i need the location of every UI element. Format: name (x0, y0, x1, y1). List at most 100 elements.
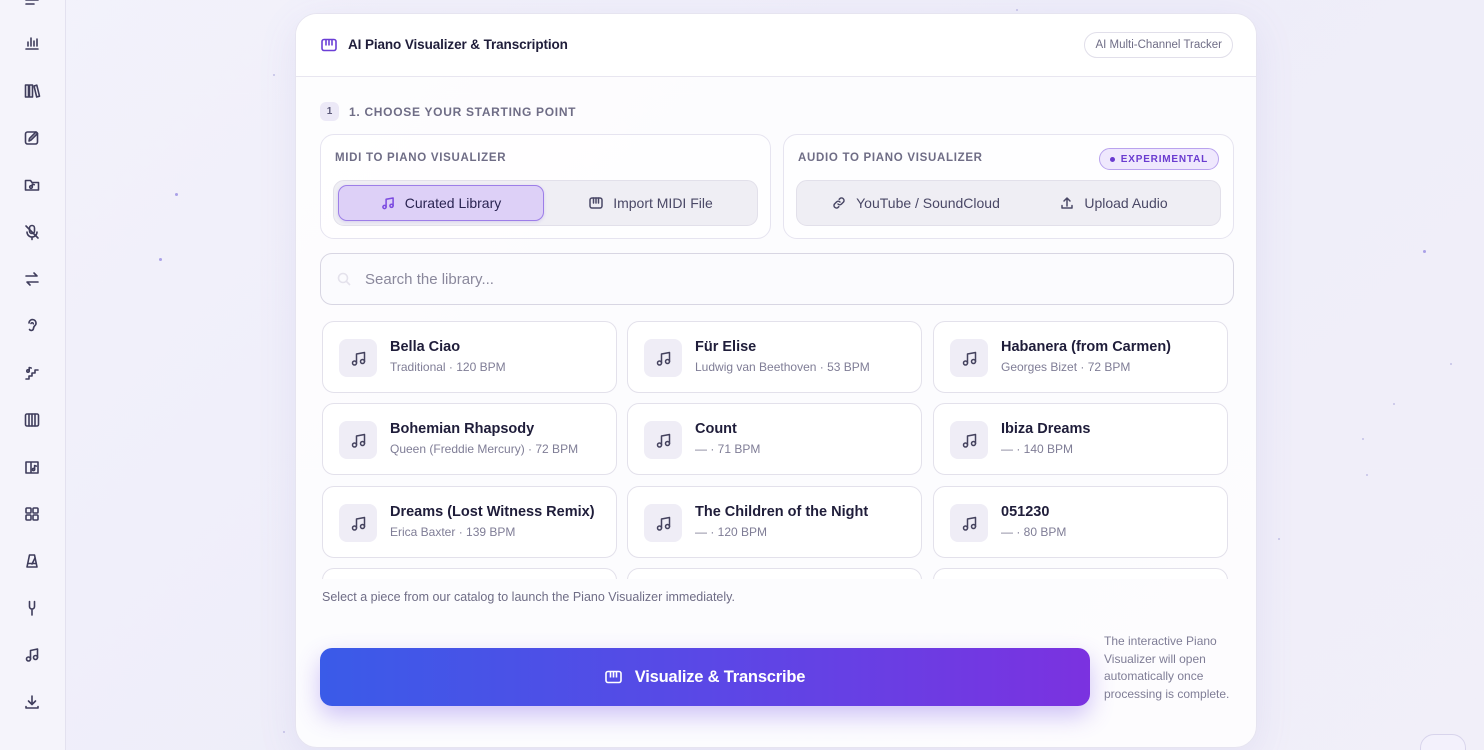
tuning-fork-icon[interactable] (20, 596, 44, 620)
music-icon[interactable] (20, 643, 44, 667)
library-item[interactable]: Count — · 71 BPM (627, 403, 922, 475)
background-dot (1278, 538, 1280, 540)
book-music-icon[interactable] (20, 455, 44, 479)
library-item-title: Count (695, 421, 737, 437)
library-item-subtitle: Ludwig van Beethoven · 53 BPM (695, 360, 870, 374)
library-item[interactable]: Bohemian Rhapsody Queen (Freddie Mercury… (322, 403, 617, 475)
background-dot (1016, 9, 1018, 11)
bar-chart-icon[interactable] (20, 31, 44, 55)
tab-youtube-soundcloud[interactable]: YouTube / SoundCloud (801, 185, 1031, 221)
library-item-title: The Children of the Night (695, 504, 869, 520)
card-header: AI Piano Visualizer & Transcription AI M… (296, 14, 1256, 77)
library-item-title: Bella Ciao (390, 339, 461, 355)
piano-icon (321, 38, 337, 52)
library-icon[interactable] (20, 79, 44, 103)
menu-icon[interactable] (20, 0, 44, 16)
tab-label: YouTube / SoundCloud (856, 195, 1000, 211)
music-note-icon (644, 504, 682, 542)
mic-off-icon[interactable] (20, 220, 44, 244)
search-input[interactable] (365, 254, 1215, 304)
piano-keys-icon[interactable] (20, 408, 44, 432)
experimental-badge: EXPERIMENTAL (1098, 148, 1219, 170)
library-item-title: Bohemian Rhapsody (390, 421, 535, 437)
music-note-icon (950, 421, 988, 459)
background-dot (1450, 363, 1452, 365)
piano-icon (589, 197, 603, 209)
badge-dot-icon (1109, 156, 1115, 162)
step-heading: 1 1. CHOOSE YOUR STARTING POINT (320, 102, 576, 121)
music-note-icon (644, 421, 682, 459)
grid-icon[interactable] (20, 502, 44, 526)
piano-icon (604, 670, 622, 684)
page-title: AI Piano Visualizer & Transcription (348, 37, 568, 52)
tab-label: Upload Audio (1084, 195, 1168, 211)
library-hint: Select a piece from our catalog to launc… (322, 590, 735, 604)
library-item-title: Habanera (from Carmen) (1001, 339, 1172, 355)
search-icon (337, 272, 351, 286)
main-card: AI Piano Visualizer & Transcription AI M… (295, 13, 1257, 748)
library-item[interactable]: 051230 — · 80 BPM (933, 486, 1228, 558)
link-icon (833, 197, 845, 209)
swap-icon[interactable] (20, 267, 44, 291)
upload-icon (1061, 197, 1074, 209)
library-item-subtitle: — · 120 BPM (695, 525, 768, 539)
metronome-icon[interactable] (20, 549, 44, 573)
background-dot (1362, 438, 1364, 440)
library-item[interactable]: Dreams (Lost Witness Remix) Erica Baxter… (322, 486, 617, 558)
library-grid: Bella Ciao Traditional · 120 BPM Für Eli… (322, 321, 1228, 579)
background-dot (273, 74, 275, 76)
library-item-subtitle: Georges Bizet · 72 BPM (1001, 360, 1131, 374)
edit-icon[interactable] (20, 126, 44, 150)
library-item-subtitle: Erica Baxter · 139 BPM (390, 525, 516, 539)
badge-label: EXPERIMENTAL (1120, 153, 1208, 165)
library-item-title: Dreams (Lost Witness Remix) (390, 504, 595, 520)
background-dot (1366, 474, 1368, 476)
audio-panel: AUDIO TO PIANO VISUALIZER EXPERIMENTAL Y… (783, 134, 1234, 239)
tab-label: Import MIDI File (613, 195, 713, 211)
download-icon[interactable] (20, 690, 44, 714)
cta-label: Visualize & Transcribe (634, 667, 806, 686)
music-note-icon (339, 421, 377, 459)
sidebar (0, 0, 66, 750)
tracker-badge: AI Multi-Channel Tracker (1084, 32, 1233, 58)
library-item-subtitle: — · 140 BPM (1001, 442, 1074, 456)
music-note-icon (644, 339, 682, 377)
music-note-icon (339, 504, 377, 542)
tab-curated-library[interactable]: Curated Library (338, 185, 544, 221)
step-label: 1. CHOOSE YOUR STARTING POINT (349, 104, 577, 119)
cta-note: The interactive Piano Visualizer will op… (1104, 634, 1230, 701)
library-item[interactable]: Ibiza Dreams — · 140 BPM (933, 403, 1228, 475)
background-dot (1423, 250, 1426, 253)
library-item[interactable] (322, 568, 617, 579)
floating-action-button[interactable] (1420, 734, 1466, 750)
library-item[interactable]: The Children of the Night — · 120 BPM (627, 486, 922, 558)
library-item-subtitle: Traditional · 120 BPM (390, 360, 506, 374)
background-dot (283, 731, 285, 733)
midi-panel: MIDI TO PIANO VISUALIZER Curated Library… (320, 134, 771, 239)
music-note-icon (381, 197, 394, 210)
library-item[interactable]: Habanera (from Carmen) Georges Bizet · 7… (933, 321, 1228, 393)
library-item[interactable] (627, 568, 922, 579)
background-dot (175, 193, 178, 196)
step-number: 1 (320, 102, 339, 121)
folder-music-icon[interactable] (20, 173, 44, 197)
library-item-title: 051230 (1001, 504, 1050, 520)
library-item[interactable]: Für Elise Ludwig van Beethoven · 53 BPM (627, 321, 922, 393)
background-dot (159, 258, 162, 261)
library-item-subtitle: Queen (Freddie Mercury) · 72 BPM (390, 442, 579, 456)
steps-icon[interactable] (20, 361, 44, 385)
library-item[interactable] (933, 568, 1228, 579)
audio-panel-title: AUDIO TO PIANO VISUALIZER (798, 152, 983, 164)
music-note-icon (950, 504, 988, 542)
library-item-title: Ibiza Dreams (1001, 421, 1091, 437)
library-item[interactable]: Bella Ciao Traditional · 120 BPM (322, 321, 617, 393)
tab-label: Curated Library (404, 195, 502, 211)
tab-import-midi[interactable]: Import MIDI File (548, 185, 754, 221)
library-search (320, 253, 1234, 305)
library-item-subtitle: — · 80 BPM (1001, 525, 1067, 539)
midi-panel-title: MIDI TO PIANO VISUALIZER (335, 152, 507, 164)
background-dot (1393, 403, 1395, 405)
ear-icon[interactable] (20, 313, 44, 337)
visualize-transcribe-button[interactable]: Visualize & Transcribe (320, 648, 1090, 706)
tab-upload-audio[interactable]: Upload Audio (1019, 185, 1209, 221)
